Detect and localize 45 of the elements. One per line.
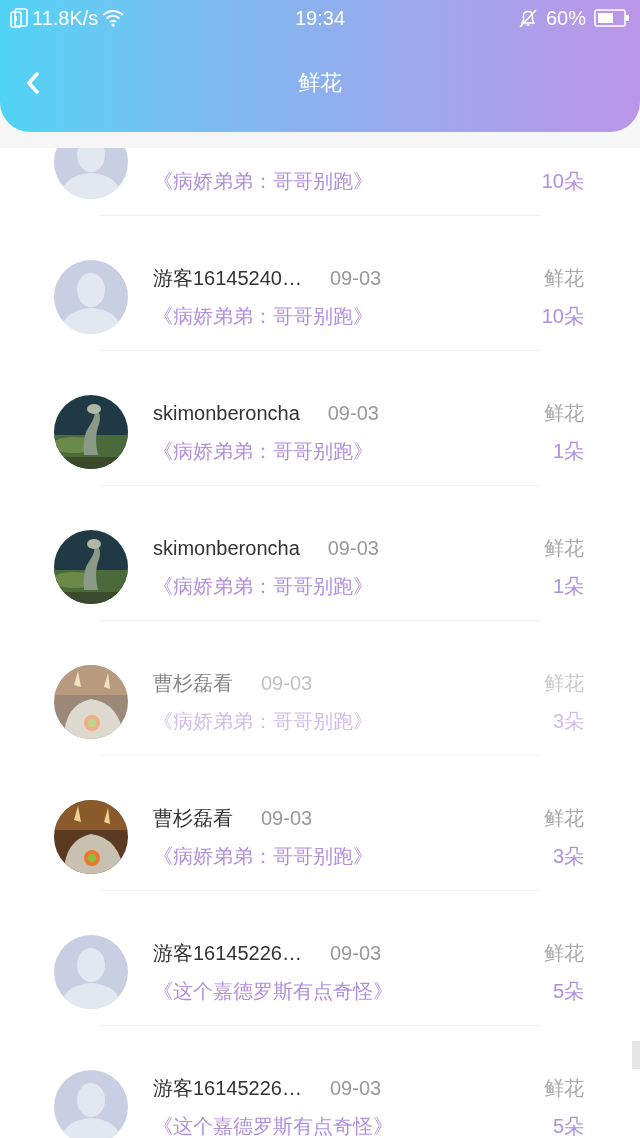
user-name: 游客16145240… <box>153 266 302 291</box>
book-title: 《这个嘉德罗斯有点奇怪》 <box>153 979 393 1004</box>
book-title: 《病娇弟弟：哥哥别跑》 <box>153 304 373 329</box>
date: 09-03 <box>261 671 313 696</box>
network-speed: 11.8K/s <box>32 6 99 31</box>
date: 09-03 <box>330 1076 382 1101</box>
bell-muted-icon <box>517 8 538 28</box>
flower-count: 10朵 <box>541 169 584 194</box>
user-name: skimonberoncha <box>153 536 300 561</box>
back-icon <box>26 72 40 94</box>
book-title: 《这个嘉德罗斯有点奇怪》 <box>153 1114 393 1138</box>
wifi-icon <box>102 9 125 27</box>
flower-count: 1朵 <box>552 439 584 464</box>
gift-label: 鲜花 <box>544 806 584 831</box>
flower-count: 3朵 <box>552 709 584 734</box>
flower-count: 3朵 <box>552 844 584 869</box>
gift-label: 鲜花 <box>544 536 584 561</box>
book-title: 《病娇弟弟：哥哥别跑》 <box>153 439 373 464</box>
date: 09-03 <box>330 941 382 966</box>
date: 09-03 <box>330 266 382 291</box>
book-title: 《病娇弟弟：哥哥别跑》 <box>153 169 373 194</box>
date: 09-03 <box>327 401 379 426</box>
gift-label: 鲜花 <box>544 401 584 426</box>
scroll-thumb <box>632 1041 640 1069</box>
user-name: 游客16145226… <box>153 941 302 966</box>
user-name: 游客16145226… <box>153 1076 302 1101</box>
date: 09-03 <box>327 536 379 561</box>
clock: 19:34 <box>294 6 346 31</box>
battery-icon <box>594 9 630 27</box>
user-name: 曹杉磊看 <box>153 671 233 696</box>
flower-count: 5朵 <box>552 979 584 1004</box>
book-title: 《病娇弟弟：哥哥别跑》 <box>153 844 373 869</box>
book-title: 《病娇弟弟：哥哥别跑》 <box>153 709 373 734</box>
flower-count: 10朵 <box>541 304 584 329</box>
user-name: skimonberoncha <box>153 401 300 426</box>
flower-count: 5朵 <box>552 1114 584 1138</box>
user-name: 曹杉磊看 <box>153 806 233 831</box>
gift-label: 鲜花 <box>544 941 584 966</box>
date: 09-03 <box>261 806 313 831</box>
battery-percent: 60% <box>545 6 586 31</box>
page-title: 鲜花 <box>298 68 342 97</box>
book-title: 《病娇弟弟：哥哥别跑》 <box>153 574 373 599</box>
flower-count: 1朵 <box>552 574 584 599</box>
gift-label: 鲜花 <box>544 266 584 291</box>
gift-label: 鲜花 <box>544 1076 584 1101</box>
